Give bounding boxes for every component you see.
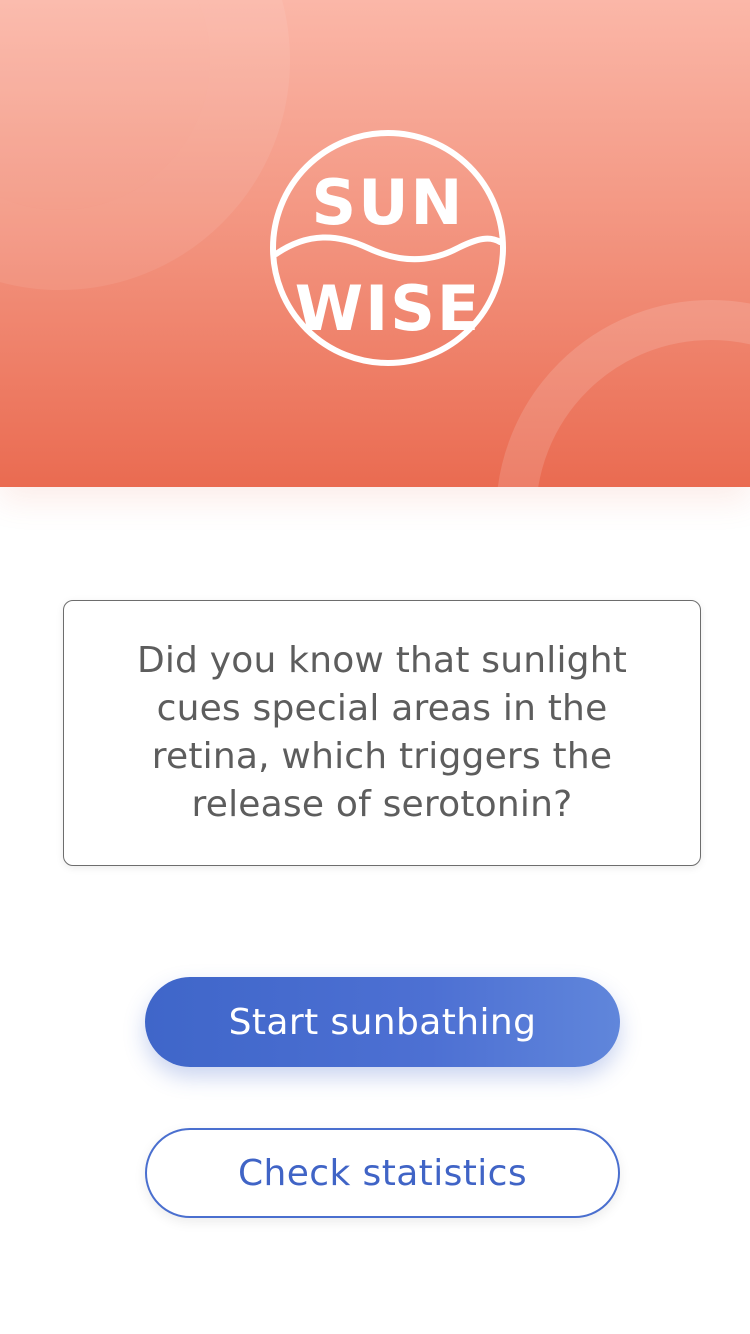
fact-text: Did you know that sunlight cues special … bbox=[136, 640, 628, 825]
check-statistics-button[interactable]: Check statistics bbox=[145, 1128, 620, 1218]
logo-text-bottom: WISE bbox=[295, 272, 481, 345]
start-sunbathing-label: Start sunbathing bbox=[228, 1001, 537, 1043]
logo-text-top: SUN bbox=[312, 166, 465, 239]
splash-screen: SUN WISE Did you know that sunlight cues… bbox=[0, 0, 750, 1334]
sun-wise-logo-icon: SUN WISE bbox=[268, 130, 508, 370]
fact-card: Did you know that sunlight cues special … bbox=[63, 600, 701, 866]
check-statistics-label: Check statistics bbox=[237, 1152, 528, 1194]
hero-header: SUN WISE bbox=[0, 0, 750, 487]
decorative-ring-bottom-right bbox=[496, 300, 750, 487]
start-sunbathing-button[interactable]: Start sunbathing bbox=[145, 977, 620, 1067]
